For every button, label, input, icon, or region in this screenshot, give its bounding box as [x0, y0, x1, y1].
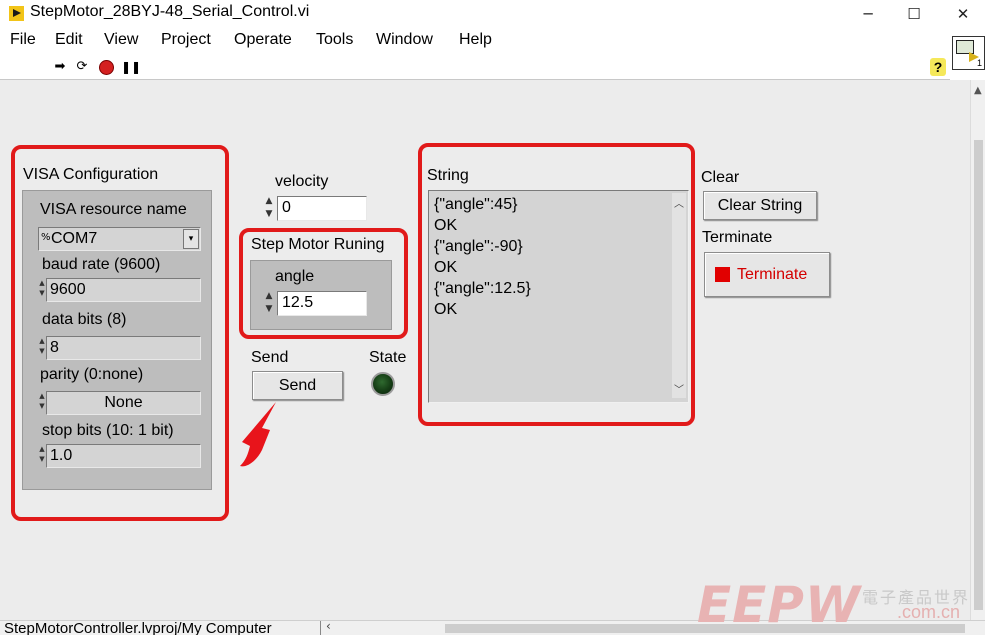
databits-incdec-icon[interactable]: ▲ ▼ [38, 336, 46, 356]
panel-vertical-scrollbar[interactable]: ▲ [970, 80, 985, 620]
string-line: OK [434, 301, 458, 318]
string-indicator: {"angle":45} OK {"angle":-90} OK {"angle… [428, 190, 689, 403]
parity-ring[interactable]: None [46, 391, 201, 415]
string-line: OK [434, 259, 458, 276]
menu-tools[interactable]: Tools [316, 31, 353, 49]
scroll-left-icon[interactable]: ‹ [326, 619, 331, 633]
labview-vi-icon [9, 6, 24, 21]
stop-bits-field[interactable]: 1.0 [46, 444, 201, 468]
stepmotor-cluster-title: Step Motor Runing [251, 236, 385, 253]
close-button[interactable]: ✕ [940, 0, 985, 28]
string-line: {"angle":12.5} [434, 280, 531, 297]
baud-rate-field[interactable]: 9600 [46, 278, 201, 302]
menu-window[interactable]: Window [376, 31, 433, 49]
menu-view[interactable]: View [104, 31, 138, 49]
terminate-button[interactable]: Terminate [704, 252, 830, 297]
velocity-label: velocity [275, 173, 329, 190]
maximize-button[interactable]: ☐ [891, 0, 937, 28]
scroll-down-icon[interactable]: ﹀ [674, 381, 684, 396]
state-label: State [369, 349, 407, 366]
visa-io-icon: % [41, 232, 51, 243]
string-scrollbar[interactable]: ︿ ﹀ [672, 193, 686, 398]
dropdown-arrow-icon[interactable]: ▾ [183, 229, 199, 249]
menu-operate[interactable]: Operate [234, 31, 292, 49]
run-arrow-icon[interactable]: ➡ [52, 59, 68, 75]
send-button[interactable]: Send [252, 371, 343, 400]
data-bits-label: data bits (8) [42, 311, 127, 328]
minimize-button[interactable]: ─ [845, 0, 891, 28]
menu-bar: File Edit View Project Operate Tools Win… [0, 28, 950, 54]
string-line: {"angle":45} [434, 196, 518, 213]
project-path: StepMotorController.lvproj/My Computer [4, 620, 272, 635]
baud-incdec-icon[interactable]: ▲ ▼ [38, 278, 46, 298]
velocity-field[interactable]: 0 [277, 196, 367, 221]
menu-project[interactable]: Project [161, 31, 211, 49]
pointer-arrow-icon [240, 402, 276, 467]
run-continuously-icon[interactable]: ⟳ [74, 59, 90, 75]
string-line: {"angle":-90} [434, 238, 523, 255]
scroll-up-icon[interactable]: ▲ [974, 85, 982, 96]
string-line: OK [434, 217, 458, 234]
menu-help[interactable]: Help [459, 31, 492, 49]
window-title: StepMotor_28BYJ-48_Serial_Control.vi [30, 3, 310, 20]
abort-icon[interactable] [99, 60, 114, 75]
state-led[interactable] [371, 372, 395, 396]
parity-incdec-icon[interactable]: ▲ ▼ [38, 391, 46, 411]
clear-label: Clear [701, 169, 740, 186]
send-label: Send [251, 349, 289, 366]
visa-cluster-title: VISA Configuration [23, 166, 159, 183]
terminate-label: Terminate [702, 229, 773, 246]
angle-field[interactable]: 12.5 [277, 291, 367, 316]
visa-resource-select[interactable]: % COM7 ▾ [38, 227, 201, 251]
pause-icon[interactable]: ❚❚ [121, 59, 141, 75]
menu-edit[interactable]: Edit [55, 31, 83, 49]
scroll-thumb[interactable] [974, 140, 983, 610]
velocity-incdec-icon[interactable]: ▲ ▼ [263, 195, 275, 221]
parity-label: parity (0:none) [40, 366, 144, 383]
stop-bits-label: stop bits (10: 1 bit) [42, 422, 174, 439]
string-label: String [427, 167, 469, 184]
stop-icon [715, 267, 730, 282]
watermark-logo: EEPW 電子產品世界 .com.cn [697, 576, 971, 634]
visa-resource-label: VISA resource name [40, 201, 187, 218]
stopbits-incdec-icon[interactable]: ▲ ▼ [38, 444, 46, 464]
context-help-icon[interactable]: ? [930, 58, 946, 76]
angle-incdec-icon[interactable]: ▲ ▼ [263, 290, 275, 316]
scroll-up-icon[interactable]: ︿ [674, 195, 684, 210]
vi-icon: 1 [952, 36, 985, 70]
angle-label: angle [275, 268, 315, 285]
title-bar: StepMotor_28BYJ-48_Serial_Control.vi ─ ☐… [0, 0, 985, 28]
data-bits-field[interactable]: 8 [46, 336, 201, 360]
clear-string-button[interactable]: Clear String [703, 191, 817, 220]
toolbar: ➡ ⟳ ❚❚ [0, 54, 950, 80]
baud-rate-label: baud rate (9600) [42, 256, 161, 273]
menu-file[interactable]: File [10, 31, 36, 49]
